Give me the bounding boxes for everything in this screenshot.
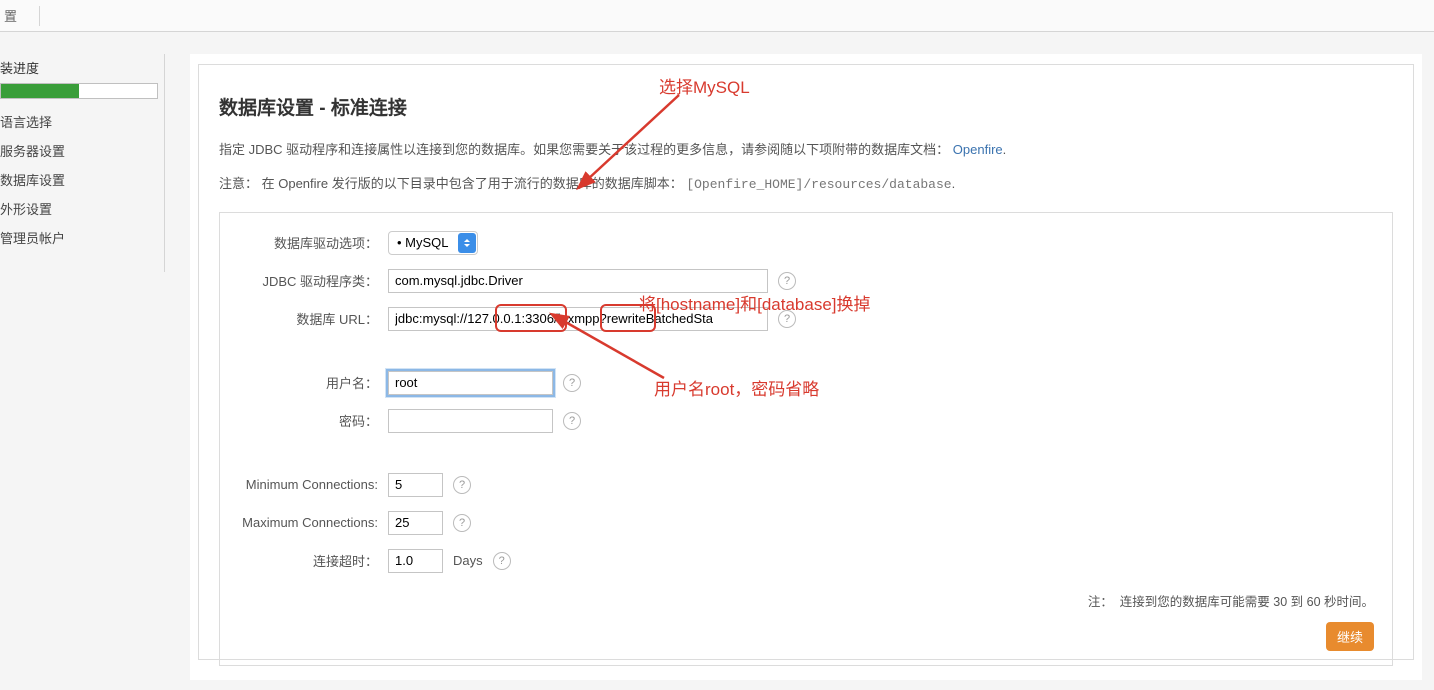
progress-label: 装进度 <box>0 58 158 77</box>
topbar-divider <box>39 6 40 26</box>
page-description: 指定 JDBC 驱动程序和连接属性以连接到您的数据库。如果您需要关于该过程的更多… <box>219 140 1393 161</box>
help-icon[interactable]: ? <box>453 514 471 532</box>
progress-bar <box>0 83 158 99</box>
sidebar-item-language[interactable]: 语言选择 <box>0 107 164 136</box>
timeout-unit: Days <box>453 553 483 568</box>
sidebar-item-database[interactable]: 数据库设置 <box>0 165 164 194</box>
preset-select[interactable]: • MySQL <box>388 231 478 255</box>
min-conn-label: Minimum Connections: <box>238 477 388 492</box>
progress-fill <box>1 84 79 98</box>
help-icon[interactable]: ? <box>493 552 511 570</box>
help-icon[interactable]: ? <box>563 374 581 392</box>
help-icon[interactable]: ? <box>563 412 581 430</box>
content-area: 数据库设置 - 标准连接 指定 JDBC 驱动程序和连接属性以连接到您的数据库。… <box>190 54 1422 680</box>
user-label: 用户名： <box>238 373 388 392</box>
timeout-label: 连接超时： <box>238 551 388 570</box>
sidebar-item-server[interactable]: 服务器设置 <box>0 136 164 165</box>
username-input[interactable] <box>388 371 553 395</box>
min-conn-input[interactable] <box>388 473 443 497</box>
driver-label: JDBC 驱动程序类： <box>238 271 388 290</box>
doc-link[interactable]: Openfire <box>953 142 1003 157</box>
continue-button[interactable]: 继续 <box>1326 622 1374 651</box>
sidebar: 装进度 语言选择 服务器设置 数据库设置 外形设置 管理员帐户 <box>0 54 165 272</box>
max-conn-label: Maximum Connections: <box>238 515 388 530</box>
url-input[interactable] <box>388 307 768 331</box>
help-icon[interactable]: ? <box>778 310 796 328</box>
note-line: 注意： 在 Openfire 发行版的以下目录中包含了用于流行的数据库的数据库脚… <box>219 173 1393 192</box>
preset-label: 数据库驱动选项： <box>238 233 388 252</box>
password-input[interactable] <box>388 409 553 433</box>
topbar-label: 置 <box>4 6 17 25</box>
max-conn-input[interactable] <box>388 511 443 535</box>
pass-label: 密码： <box>238 411 388 430</box>
form-box: 数据库驱动选项： • MySQL JDBC 驱动程序类： ? 数据库 URL： … <box>219 212 1393 666</box>
sidebar-item-profile[interactable]: 外形设置 <box>0 194 164 223</box>
url-label: 数据库 URL： <box>238 309 388 328</box>
driver-input[interactable] <box>388 269 768 293</box>
topbar: 置 <box>0 0 1434 32</box>
script-path: [Openfire_HOME]/resources/database <box>686 177 951 192</box>
help-icon[interactable]: ? <box>453 476 471 494</box>
sidebar-item-admin[interactable]: 管理员帐户 <box>0 223 164 252</box>
timeout-input[interactable] <box>388 549 443 573</box>
footer-note: 注： 连接到您的数据库可能需要 30 到 60 秒时间。 <box>238 591 1374 610</box>
page-title: 数据库设置 - 标准连接 <box>219 93 1393 120</box>
help-icon[interactable]: ? <box>778 272 796 290</box>
